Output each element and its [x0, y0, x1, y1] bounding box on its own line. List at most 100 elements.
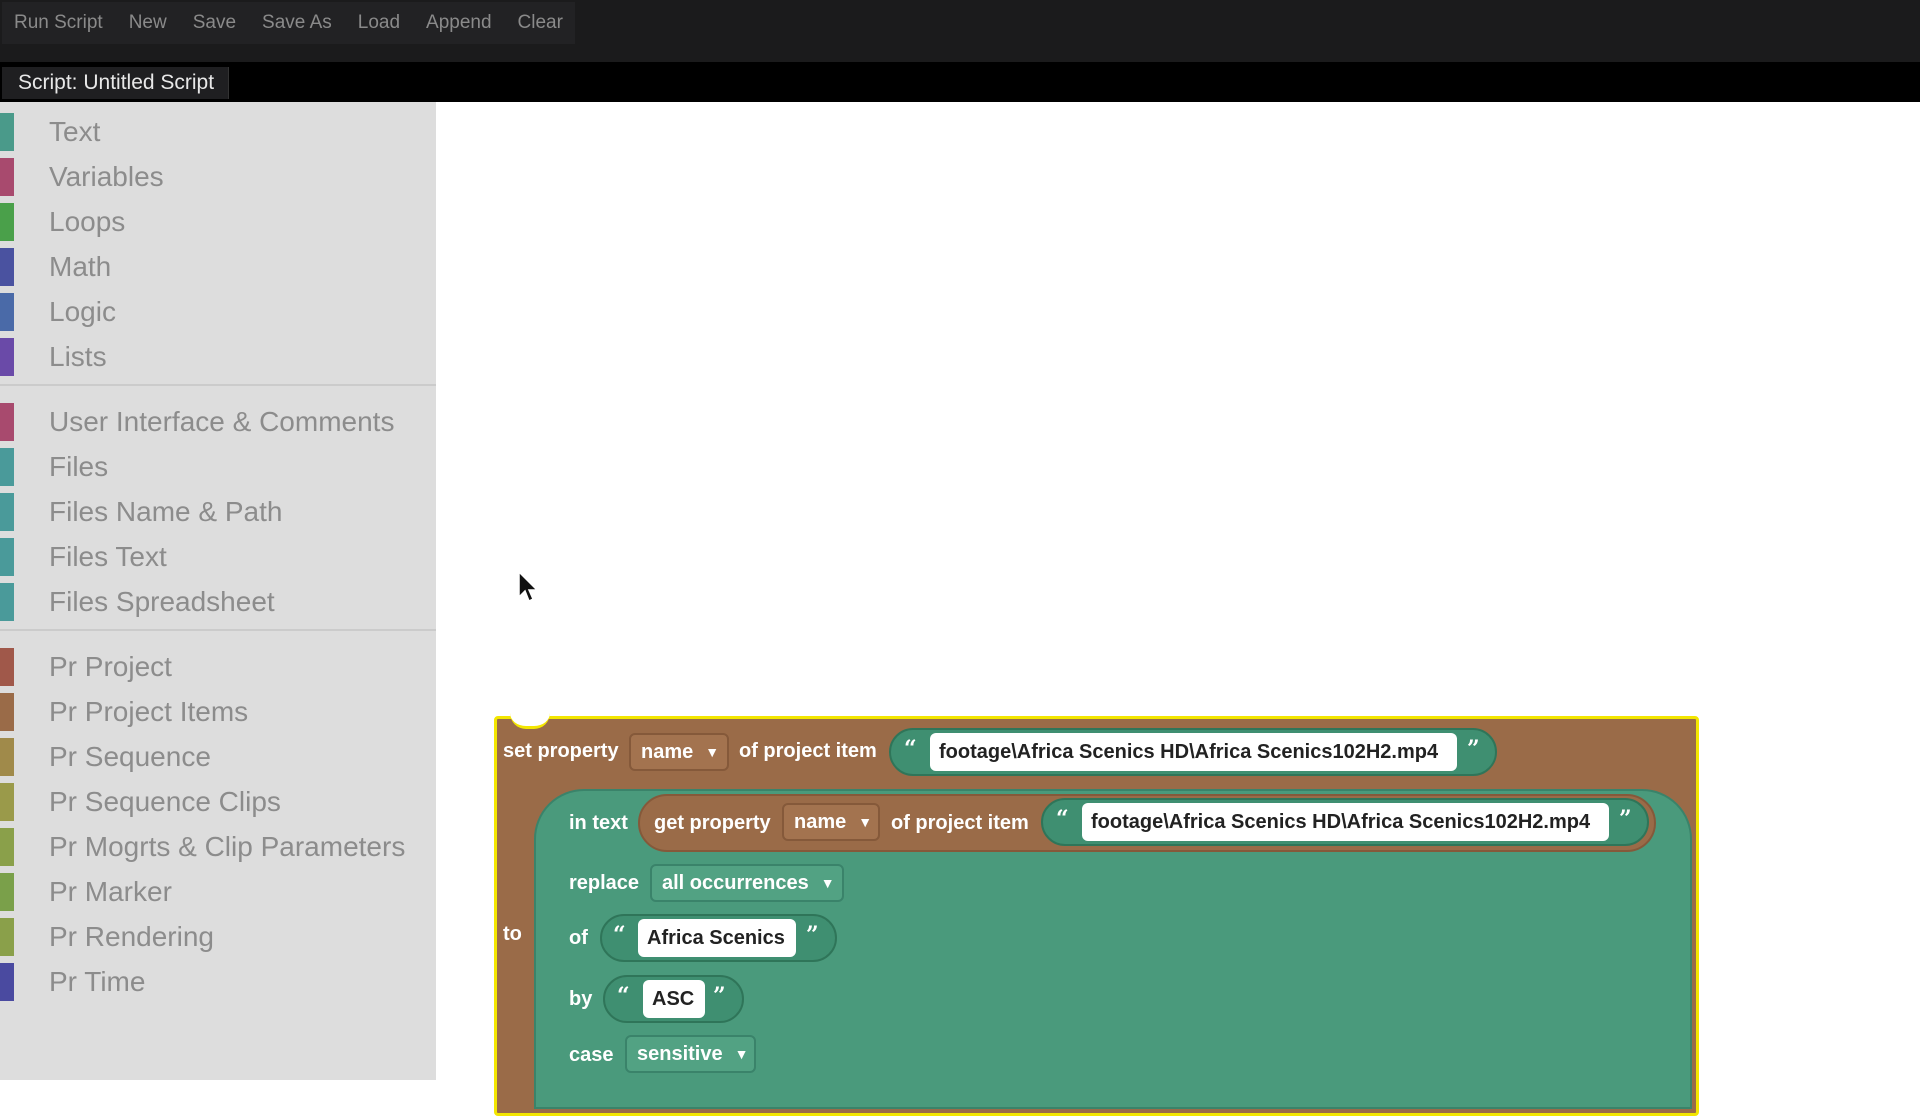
- menu-item-4[interactable]: Load: [358, 12, 400, 34]
- chevron-down-icon: ▼: [734, 1046, 749, 1062]
- category-label: Files Name & Path: [49, 496, 283, 527]
- case-label: case: [569, 1044, 614, 1066]
- toolbox-category[interactable]: User Interface & Comments: [0, 401, 436, 443]
- category-color-bar: [0, 963, 14, 1001]
- category-color-bar: [0, 873, 14, 911]
- open-quote-icon: “: [617, 983, 630, 1009]
- close-quote-icon: ”: [806, 922, 819, 948]
- mouse-pointer-icon: [518, 570, 539, 603]
- category-label: Pr Rendering: [49, 921, 214, 952]
- of-label: of: [569, 927, 588, 949]
- toolbox-category[interactable]: Files Name & Path: [0, 491, 436, 533]
- category-color-bar: [0, 248, 14, 286]
- script-title-bar: Script: Untitled Script: [0, 64, 1920, 102]
- replace-label: replace: [569, 872, 640, 894]
- toolbox-category[interactable]: Loops: [0, 201, 436, 243]
- category-color-bar: [0, 783, 14, 821]
- chevron-down-icon: ▼: [858, 814, 873, 830]
- menu-item-2[interactable]: Save: [193, 12, 236, 34]
- menu-group: Run Script New Save Save As Load Append Clear: [2, 2, 575, 44]
- replace-mode-value: all occurrences: [662, 871, 809, 894]
- menu-item-0[interactable]: Run Script: [14, 12, 103, 34]
- toolbox-category[interactable]: Pr Marker: [0, 871, 436, 913]
- toolbox-category[interactable]: Pr Project: [0, 646, 436, 688]
- category-color-bar: [0, 493, 14, 531]
- toolbox-category[interactable]: Logic: [0, 291, 436, 333]
- category-color-bar: [0, 918, 14, 956]
- category-label: Pr Time: [49, 966, 146, 997]
- get-property-dropdown[interactable]: name ▼: [782, 803, 880, 841]
- category-color-bar: [0, 693, 14, 731]
- toolbox-category[interactable]: Pr Rendering: [0, 916, 436, 958]
- toolbox-category[interactable]: Pr Sequence Clips: [0, 781, 436, 823]
- toolbox-category[interactable]: Pr Sequence: [0, 736, 436, 778]
- category-label: Files Spreadsheet: [49, 586, 275, 617]
- close-quote-icon: ”: [713, 983, 726, 1009]
- open-quote-icon: “: [1056, 806, 1069, 832]
- category-label: Lists: [49, 341, 107, 372]
- menu-item-1[interactable]: New: [129, 12, 167, 34]
- category-label: Logic: [49, 296, 116, 327]
- to-label: to: [503, 923, 522, 945]
- toolbox-category[interactable]: Lists: [0, 336, 436, 378]
- get-path-field[interactable]: footage\Africa Scenics HD\Africa Scenics…: [1082, 803, 1609, 841]
- get-of-project-item-label: of project item: [891, 812, 1029, 834]
- menu-bar: Run Script New Save Save As Load Append Clear: [0, 0, 1920, 64]
- open-quote-icon: “: [904, 736, 917, 762]
- category-color-bar: [0, 403, 14, 441]
- toolbox: Text Variables Loops Math Logic Lists User Int…: [0, 102, 436, 1080]
- property-dropdown[interactable]: name ▼: [629, 733, 729, 771]
- toolbox-separator: [0, 384, 436, 386]
- menu-item-3[interactable]: Save As: [262, 12, 332, 34]
- toolbox-category[interactable]: Text: [0, 111, 436, 153]
- category-color-bar: [0, 448, 14, 486]
- toolbox-category[interactable]: Files: [0, 446, 436, 488]
- replace-mode-dropdown[interactable]: all occurrences ▼: [650, 864, 844, 902]
- category-color-bar: [0, 113, 14, 151]
- toolbox-category[interactable]: Math: [0, 246, 436, 288]
- menu-item-5[interactable]: Append: [426, 12, 492, 34]
- category-color-bar: [0, 293, 14, 331]
- category-color-bar: [0, 738, 14, 776]
- script-title-tab[interactable]: Script: Untitled Script: [2, 67, 230, 99]
- category-color-bar: [0, 538, 14, 576]
- category-color-bar: [0, 648, 14, 686]
- toolbox-category[interactable]: Files Spreadsheet: [0, 581, 436, 623]
- get-property-dropdown-value: name: [794, 810, 847, 833]
- category-label: Pr Sequence Clips: [49, 786, 281, 817]
- toolbox-category[interactable]: Files Text: [0, 536, 436, 578]
- get-property-label: get property: [654, 812, 771, 834]
- category-color-bar: [0, 828, 14, 866]
- toolbox-category[interactable]: Pr Time: [0, 961, 436, 1003]
- of-field[interactable]: Africa Scenics: [638, 919, 796, 957]
- category-color-bar: [0, 203, 14, 241]
- category-label: Files: [49, 451, 109, 482]
- by-field[interactable]: ASC: [643, 980, 705, 1018]
- case-dropdown[interactable]: sensitive ▼: [625, 1035, 756, 1073]
- in-text-label: in text: [569, 812, 628, 834]
- menu-item-6[interactable]: Clear: [518, 12, 563, 34]
- chevron-down-icon: ▼: [705, 744, 720, 760]
- category-label: Text: [49, 116, 101, 147]
- category-label: Pr Mogrts & Clip Parameters: [49, 831, 406, 862]
- set-property-label: set property: [503, 740, 619, 762]
- category-label: Pr Project Items: [49, 696, 249, 727]
- category-label: Variables: [49, 161, 164, 192]
- category-label: User Interface & Comments: [49, 406, 395, 437]
- case-value: sensitive: [637, 1042, 723, 1065]
- category-label: Math: [49, 251, 112, 282]
- category-label: Loops: [49, 206, 126, 237]
- chevron-down-icon: ▼: [820, 875, 835, 891]
- toolbox-category[interactable]: Pr Mogrts & Clip Parameters: [0, 826, 436, 868]
- toolbox-category[interactable]: Pr Project Items: [0, 691, 436, 733]
- by-label: by: [569, 988, 593, 1010]
- toolbox-category[interactable]: Variables: [0, 156, 436, 198]
- category-color-bar: [0, 583, 14, 621]
- category-label: Pr Marker: [49, 876, 172, 907]
- category-label: Files Text: [49, 541, 167, 572]
- close-quote-icon: ”: [1467, 736, 1480, 762]
- path-field[interactable]: footage\Africa Scenics HD\Africa Scenics…: [930, 733, 1457, 771]
- toolbox-separator: [0, 629, 436, 631]
- of-project-item-label: of project item: [739, 740, 877, 762]
- category-color-bar: [0, 338, 14, 376]
